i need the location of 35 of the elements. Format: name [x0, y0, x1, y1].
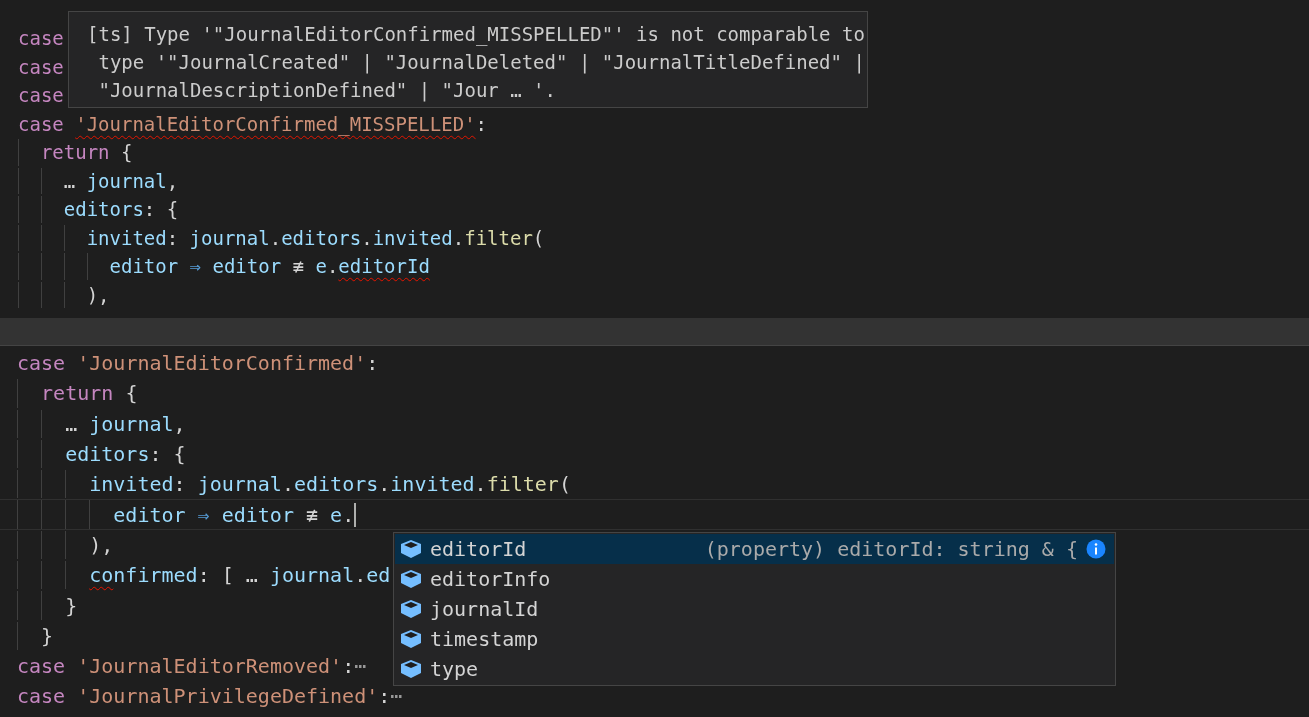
code-line: case — [18, 27, 64, 50]
cube-icon — [400, 629, 422, 649]
code-line: } — [41, 623, 54, 648]
info-icon[interactable] — [1086, 539, 1106, 559]
code-line: case — [18, 55, 64, 78]
suggestion-item[interactable]: timestamp — [430, 627, 1106, 651]
cube-icon — [400, 569, 422, 589]
suggestion-item[interactable]: editorId — [430, 537, 697, 561]
code-line: editor ⇒ editor ≢ e. — [113, 502, 355, 527]
code-line: case — [18, 84, 64, 107]
code-line: } — [65, 593, 78, 618]
suggestion-item[interactable]: editorInfo — [430, 567, 1106, 591]
code-line: editors: { — [65, 442, 186, 467]
cube-icon — [400, 659, 422, 679]
code-line: case 'JournalEditorRemoved':⋯ — [17, 654, 367, 679]
code-line: … journal, — [63, 169, 179, 192]
code-line: editor ⇒ editor ≢ e.editorId — [109, 255, 430, 278]
code-line: case 'JournalEditorConfirmed': — [17, 351, 379, 376]
code-line: editors: { — [63, 198, 179, 221]
suggestion-item[interactable]: journalId — [430, 597, 1106, 621]
suggestion-item[interactable]: type — [430, 657, 1106, 681]
code-line: ), — [89, 532, 114, 557]
code-line: invited: journal.editors.invited.filter( — [89, 472, 571, 497]
error-tooltip: [ts] Type '"JournalEditorConfirmed_MISSPELLED"' is not comparable to type '"JournalCreated" | "JournalDeleted" | "JournalTitleDefined" | "JournalDescriptionDefined" | "Jour … '. — [68, 11, 868, 108]
suggestion-detail: (property) editorId: string & { — [704, 537, 1078, 561]
cube-icon — [400, 599, 422, 619]
code-line: return { — [40, 141, 133, 164]
code-line: case 'JournalEditorConfirmed_MISSPELLED': — [18, 112, 488, 135]
code-line: return { — [41, 381, 138, 406]
code-line: ), — [86, 283, 110, 306]
code-line: confirmed: [ … journal.ed — [89, 563, 391, 588]
code-line: … journal, — [65, 411, 186, 436]
code-line: case 'JournalPrivilegeDefined':⋯ — [17, 684, 403, 709]
cube-icon — [400, 539, 422, 559]
code-line: invited: journal.editors.invited.filter( — [86, 226, 545, 249]
